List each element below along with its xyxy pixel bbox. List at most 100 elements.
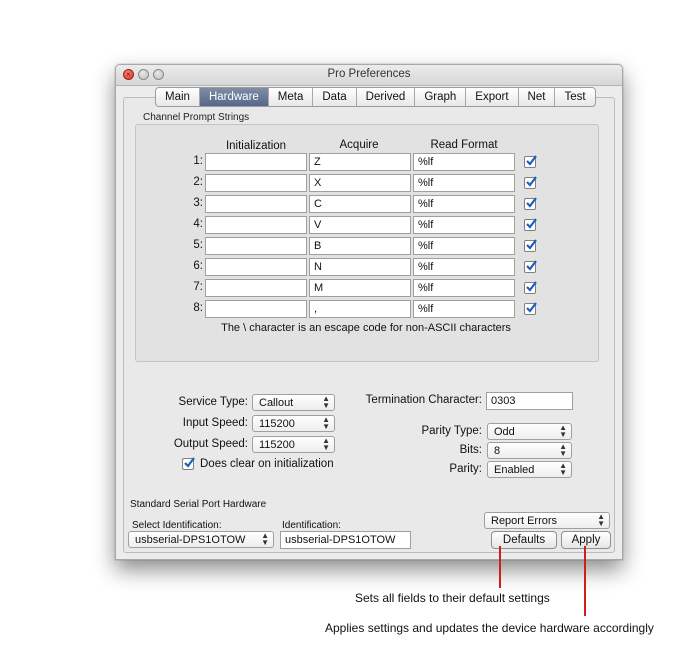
termination-field[interactable]: 0303 (486, 392, 573, 410)
tab-net[interactable]: Net (519, 88, 556, 106)
parity-type-popup[interactable]: Odd ▲ ▼ (487, 423, 572, 440)
col-header-read-format: Read Format (430, 139, 498, 151)
service-type-popup[interactable]: Callout ▲ ▼ (252, 394, 335, 411)
channel-enabled-checkbox[interactable] (524, 218, 537, 231)
report-errors-popup[interactable]: Report Errors ▲ ▼ (484, 512, 610, 529)
col-header-initialization: Initialization (225, 140, 287, 152)
acquire-field[interactable]: N (309, 258, 411, 276)
initialization-field[interactable] (205, 258, 307, 276)
tab-main[interactable]: Main (156, 88, 200, 106)
read-format-field[interactable]: %lf (413, 237, 515, 255)
channel-enabled-checkbox[interactable] (524, 239, 537, 252)
output-speed-value: 115200 (259, 439, 295, 451)
checkmark-icon (526, 302, 537, 313)
initialization-field[interactable] (205, 174, 307, 192)
parity-type-label: Parity Type: (421, 425, 482, 437)
service-type-label: Service Type: (178, 396, 248, 408)
updown-arrows-icon: ▲ ▼ (261, 531, 269, 547)
channel-enabled-checkbox[interactable] (524, 176, 537, 189)
defaults-callout-line (499, 546, 501, 588)
window-title: Pro Preferences (327, 68, 411, 80)
checkmark-icon (526, 155, 537, 166)
read-format-field[interactable]: %lf (413, 258, 515, 276)
parity-label: Parity: (449, 463, 482, 475)
parity-value: Enabled (494, 464, 535, 476)
initialization-field[interactable] (205, 195, 307, 213)
row-number: 4: (193, 218, 203, 230)
input-speed-label: Input Speed: (182, 417, 248, 429)
updown-arrows-icon: ▲ ▼ (322, 415, 330, 431)
title-bar[interactable]: × Pro Preferences (116, 65, 622, 86)
acquire-field[interactable]: C (309, 195, 411, 213)
updown-arrows-icon: ▲ ▼ (597, 512, 605, 528)
acquire-field[interactable]: Z (309, 153, 411, 171)
read-format-field[interactable]: %lf (413, 216, 515, 234)
parity-popup[interactable]: Enabled ▲ ▼ (487, 461, 572, 478)
apply-callout-text: Applies settings and updates the device … (325, 621, 654, 635)
tab-graph[interactable]: Graph (415, 88, 467, 106)
initialization-field[interactable] (205, 300, 307, 318)
input-speed-value: 115200 (259, 418, 295, 430)
read-format-field[interactable]: %lf (413, 153, 515, 171)
parity-type-value: Odd (494, 426, 515, 438)
checkmark-icon (526, 176, 537, 187)
checkmark-icon (526, 197, 537, 208)
output-speed-popup[interactable]: 115200 ▲ ▼ (252, 436, 335, 453)
acquire-field[interactable]: B (309, 237, 411, 255)
tab-derived[interactable]: Derived (357, 88, 416, 106)
escape-code-note: The \ character is an escape code for no… (221, 322, 511, 334)
checkmark-icon (184, 457, 195, 468)
channel-enabled-checkbox[interactable] (524, 155, 537, 168)
updown-arrows-icon: ▲ ▼ (322, 394, 330, 410)
acquire-field[interactable]: X (309, 174, 411, 192)
channel-prompts-label: Channel Prompt Strings (143, 112, 250, 123)
checkmark-icon (526, 239, 537, 250)
apply-button[interactable]: Apply (561, 531, 611, 549)
read-format-field[interactable]: %lf (413, 300, 515, 318)
initialization-field[interactable] (205, 279, 307, 297)
read-format-field[interactable]: %lf (413, 195, 515, 213)
initialization-field[interactable] (205, 216, 307, 234)
row-number: 3: (193, 197, 203, 209)
initialization-field[interactable] (205, 153, 307, 171)
identification-field[interactable]: usbserial-DPS1OTOW (280, 531, 411, 549)
row-number: 2: (193, 176, 203, 188)
channel-enabled-checkbox[interactable] (524, 260, 537, 273)
hardware-section-label: Standard Serial Port Hardware (130, 499, 267, 510)
row-number: 6: (193, 260, 203, 272)
acquire-field[interactable]: , (309, 300, 411, 318)
row-number: 5: (193, 239, 203, 251)
tab-data[interactable]: Data (313, 88, 357, 106)
channel-enabled-checkbox[interactable] (524, 302, 537, 315)
row-number: 8: (193, 302, 203, 314)
acquire-field[interactable]: M (309, 279, 411, 297)
bits-value: 8 (494, 445, 501, 457)
bits-label: Bits: (459, 444, 482, 456)
preferences-window: × Pro Preferences Main Hardware Meta Dat… (115, 64, 623, 560)
tab-bar: Main Hardware Meta Data Derived Graph Ex… (155, 87, 596, 107)
tab-hardware[interactable]: Hardware (199, 88, 269, 106)
read-format-field[interactable]: %lf (413, 174, 515, 192)
select-identification-popup[interactable]: usbserial-DPS1OTOW ▲ ▼ (128, 531, 274, 548)
checkmark-icon (526, 260, 537, 271)
bits-popup[interactable]: 8 ▲ ▼ (487, 442, 572, 459)
tab-meta[interactable]: Meta (269, 88, 314, 106)
tab-test[interactable]: Test (555, 88, 594, 106)
select-identification-label: Select Identification: (132, 520, 222, 531)
apply-callout-line (584, 546, 586, 616)
tab-export[interactable]: Export (466, 88, 519, 106)
checkmark-icon (526, 218, 537, 229)
clear-on-init-checkbox[interactable] (182, 457, 195, 470)
input-speed-popup[interactable]: 115200 ▲ ▼ (252, 415, 335, 432)
defaults-callout-text: Sets all fields to their default setting… (355, 591, 550, 605)
acquire-field[interactable]: V (309, 216, 411, 234)
clear-on-init-label: Does clear on initialization (200, 458, 334, 470)
updown-arrows-icon: ▲ ▼ (559, 423, 567, 439)
identification-label: Identification: (282, 520, 341, 531)
channel-enabled-checkbox[interactable] (524, 197, 537, 210)
checkmark-icon (526, 281, 537, 292)
read-format-field[interactable]: %lf (413, 279, 515, 297)
service-type-value: Callout (259, 397, 294, 409)
channel-enabled-checkbox[interactable] (524, 281, 537, 294)
initialization-field[interactable] (205, 237, 307, 255)
